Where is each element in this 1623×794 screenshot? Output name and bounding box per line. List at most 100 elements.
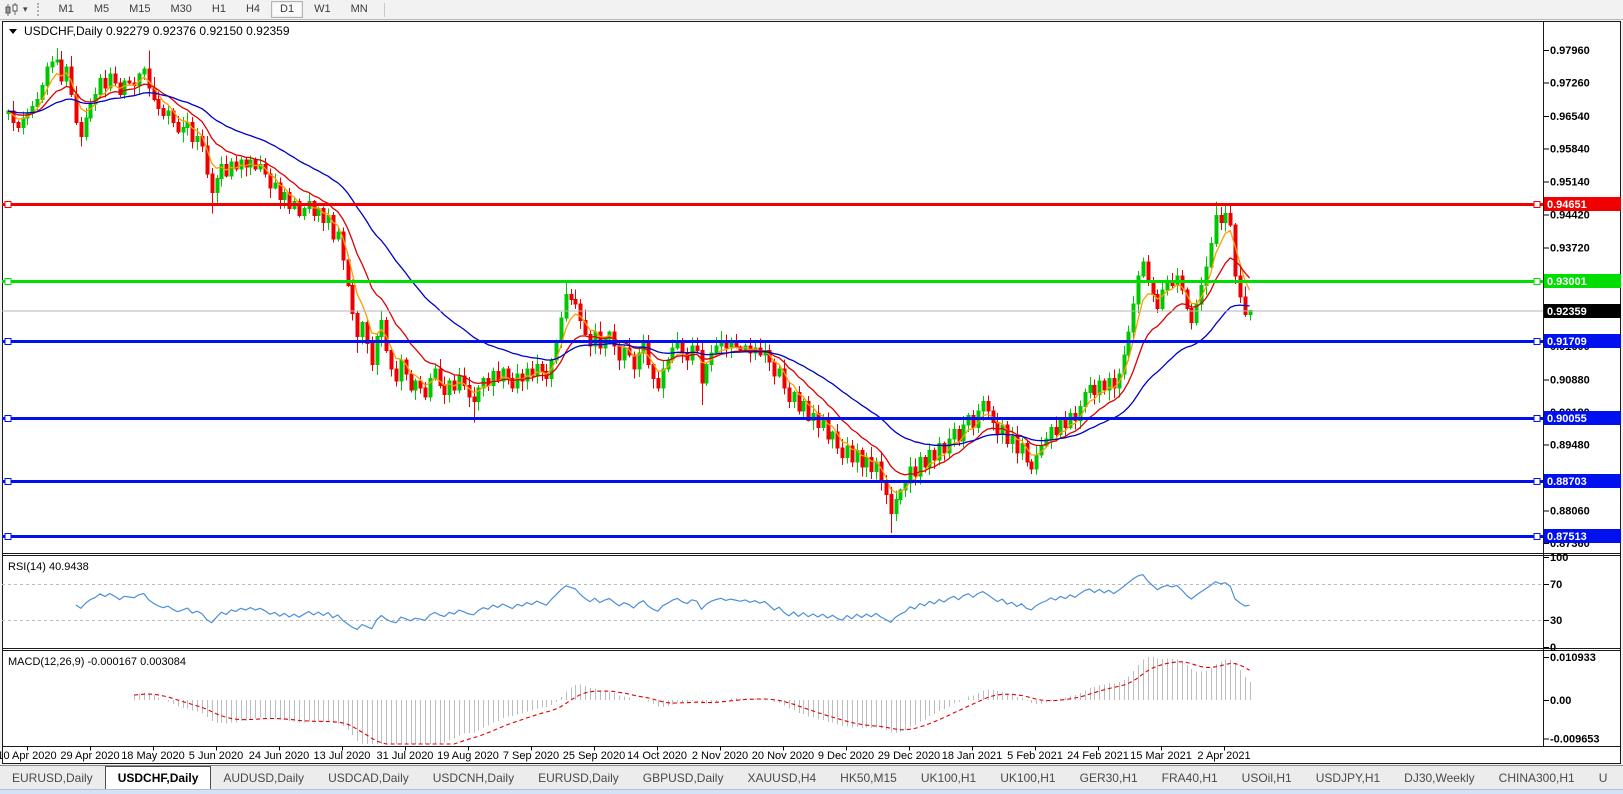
toolbar-grip[interactable] [37,3,44,16]
candle-body [953,430,956,439]
line-handle[interactable] [5,416,11,422]
chart-tab-DJ30-Weekly[interactable]: DJ30,Weekly [1392,766,1486,789]
chart-tab-UK100-H1[interactable]: UK100,H1 [909,766,988,789]
candle-body [536,365,539,377]
chart-tab-UK100-H1[interactable]: UK100,H1 [988,766,1067,789]
line-handle[interactable] [5,202,11,208]
timeframe-toolbar: ▾ M1M5M15M30H1H4D1W1MN [0,0,1623,20]
candle-body [424,388,427,397]
line-handle[interactable] [1534,279,1540,285]
chart-title: USDCHF,Daily 0.92279 0.92376 0.92150 0.9… [24,24,290,38]
chart-tab-XAUUSD-H4[interactable]: XAUUSD,H4 [735,766,828,789]
timeframe-buttons: M1M5M15M30H1H4D1W1MN [49,1,378,18]
chart-tab-bar: EURUSD,DailyUSDCHF,DailyAUDUSD,DailyUSDC… [0,765,1623,789]
timeframe-button-M15[interactable]: M15 [120,1,159,18]
date-tick-label: 5 Jun 2020 [189,750,243,762]
candle-body [395,369,398,381]
candle-body [1064,420,1067,427]
candle-body [1229,213,1232,225]
chart-tab-USDJPY-H1[interactable]: USDJPY,H1 [1304,766,1392,789]
chart-tab-U[interactable]: U [1587,766,1620,789]
candle-body [337,232,340,239]
timeframe-button-H1[interactable]: H1 [203,1,235,18]
chart-tab-GBPUSD-Daily[interactable]: GBPUSD,Daily [631,766,736,789]
chart-tab-AUDUSD-Daily[interactable]: AUDUSD,Daily [211,766,316,789]
candle-body [1084,392,1087,406]
chart-tab-USOil-H1[interactable]: USOil,H1 [1230,766,1304,789]
candle-body [1156,295,1159,309]
candle-body [182,127,185,132]
candle-body [361,323,364,337]
candle-body [1142,262,1145,276]
line-price-label-text: 0.93001 [1547,276,1587,288]
candle-body [104,78,107,87]
candle-body [1147,262,1150,281]
chart-tab-USDCAD-Daily[interactable]: USDCAD,Daily [316,766,421,789]
line-price-label-text: 0.90055 [1547,413,1587,425]
line-handle[interactable] [5,534,11,540]
line-price-label: 0.87513 [1544,529,1621,543]
trading-platform-window: ▾ M1M5M15M30H1H4D1W1MN 0.979600.972600.9… [0,0,1623,794]
macd-tick-label: 0.010933 [1550,652,1596,664]
candle-body [1215,216,1218,244]
line-handle[interactable] [1534,479,1540,485]
candle-body [822,420,825,427]
chart-tab-GER30-H1[interactable]: GER30,H1 [1068,766,1150,789]
timeframe-button-H4[interactable]: H4 [237,1,269,18]
line-price-label: 0.91709 [1544,334,1621,348]
candle-body [1055,427,1058,434]
date-tick-label: 15 Mar 2021 [1130,750,1192,762]
line-handle[interactable] [5,479,11,485]
candle-body [351,285,354,313]
line-handle[interactable] [5,279,11,285]
timeframe-button-MN[interactable]: MN [342,1,377,18]
chart-tab-CHINA300-H1[interactable]: CHINA300,H1 [1487,766,1587,789]
candle-body [1050,427,1053,439]
date-tick-label: 18 May 2020 [121,750,185,762]
macd-label: MACD(12,26,9) -0.000167 0.003084 [8,656,186,668]
chart-tab-HK50-M15[interactable]: HK50,M15 [828,766,909,789]
line-price-label: 0.90055 [1544,411,1621,425]
chart-type-dropdown-caret[interactable]: ▾ [22,4,32,15]
price-tick-label: 0.97960 [1550,45,1590,57]
chart-window-border [3,22,1621,764]
timeframe-button-W1[interactable]: W1 [305,1,340,18]
candle-body [322,209,325,223]
current-price-label-text: 0.92359 [1547,306,1587,318]
line-handle[interactable] [1534,202,1540,208]
line-handle[interactable] [1534,534,1540,540]
candle-body [443,385,446,394]
timeframe-button-M1[interactable]: M1 [50,1,83,18]
candle-body [701,351,704,384]
candle-body [114,74,117,83]
candle-body [662,369,665,388]
candle-body [1035,455,1038,469]
line-handle[interactable] [1534,416,1540,422]
tab-scroll-left-icon[interactable]: ◄ [1619,773,1623,783]
candle-body [516,374,519,388]
date-tick-label: 24 Jun 2020 [249,750,310,762]
price-tick-label: 0.95840 [1550,144,1590,156]
chart-tab-EURUSD-Daily[interactable]: EURUSD,Daily [0,766,105,789]
candle-body [933,451,936,460]
chart-tab-EURUSD-Daily[interactable]: EURUSD,Daily [526,766,631,789]
chart-tab-FRA40-H1[interactable]: FRA40,H1 [1150,766,1230,789]
line-handle[interactable] [1534,339,1540,345]
date-tick-label: 2 Nov 2020 [692,750,748,762]
candle-body [177,123,180,132]
date-tick-label: 2 Apr 2021 [1197,750,1250,762]
line-handle[interactable] [5,339,11,345]
candlestick-chart-icon[interactable] [0,1,22,18]
chart-tab-USDCHF-Daily[interactable]: USDCHF,Daily [105,766,212,789]
candle-body [434,369,437,378]
timeframe-button-M30[interactable]: M30 [162,1,201,18]
date-tick-label: 20 Nov 2020 [752,750,814,762]
candle-body [123,81,126,95]
timeframe-button-D1[interactable]: D1 [271,1,303,18]
candle-body [390,351,393,370]
timeframe-button-M5[interactable]: M5 [85,1,118,18]
candle-body [802,402,805,411]
macd-tick-label: -0.009653 [1550,734,1600,746]
candle-body [157,99,160,108]
chart-tab-USDCNH-Daily[interactable]: USDCNH,Daily [421,766,526,789]
